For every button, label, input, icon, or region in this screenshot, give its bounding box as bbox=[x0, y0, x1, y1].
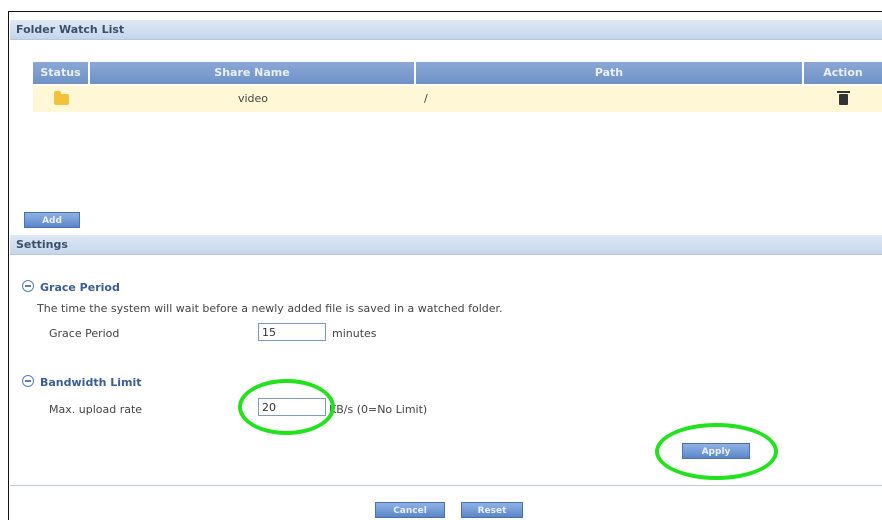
collapse-icon[interactable] bbox=[22, 280, 34, 292]
cancel-button[interactable]: Cancel bbox=[375, 502, 445, 518]
grace-period-input[interactable] bbox=[258, 323, 326, 341]
share-name-cell: video bbox=[237, 92, 269, 105]
settings-header: Settings bbox=[10, 235, 882, 255]
action-cell bbox=[804, 86, 882, 112]
status-cell bbox=[33, 86, 90, 112]
upload-rate-highlight-ring bbox=[238, 379, 335, 435]
column-status[interactable]: Status bbox=[33, 62, 90, 84]
path-cell: / bbox=[424, 92, 428, 105]
table-header: Status Share Name Path Action bbox=[33, 62, 882, 84]
folder-icon bbox=[54, 90, 69, 105]
folder-watch-list-title: Folder Watch List bbox=[16, 23, 125, 36]
folder-watch-list-header: Folder Watch List bbox=[10, 20, 882, 40]
upload-rate-label: Max. upload rate bbox=[49, 403, 143, 416]
apply-button-highlight-ring bbox=[655, 423, 778, 480]
trash-icon[interactable] bbox=[836, 90, 850, 105]
column-share-name[interactable]: Share Name bbox=[90, 62, 416, 84]
grace-period-label: Grace Period bbox=[49, 327, 120, 340]
table-row[interactable]: video / bbox=[33, 86, 882, 112]
grace-period-unit: minutes bbox=[332, 327, 377, 340]
column-path[interactable]: Path bbox=[416, 62, 804, 84]
column-action[interactable]: Action bbox=[804, 62, 882, 84]
footer-divider bbox=[10, 485, 882, 486]
upload-rate-unit: KB/s (0=No Limit) bbox=[329, 403, 428, 416]
grace-period-description: The time the system will wait before a n… bbox=[37, 302, 503, 315]
settings-title: Settings bbox=[16, 238, 68, 251]
reset-button[interactable]: Reset bbox=[461, 502, 523, 518]
bandwidth-limit-heading: Bandwidth Limit bbox=[22, 375, 142, 389]
collapse-icon[interactable] bbox=[22, 375, 34, 387]
grace-period-heading: Grace Period bbox=[22, 280, 120, 294]
add-button[interactable]: Add bbox=[24, 212, 80, 228]
